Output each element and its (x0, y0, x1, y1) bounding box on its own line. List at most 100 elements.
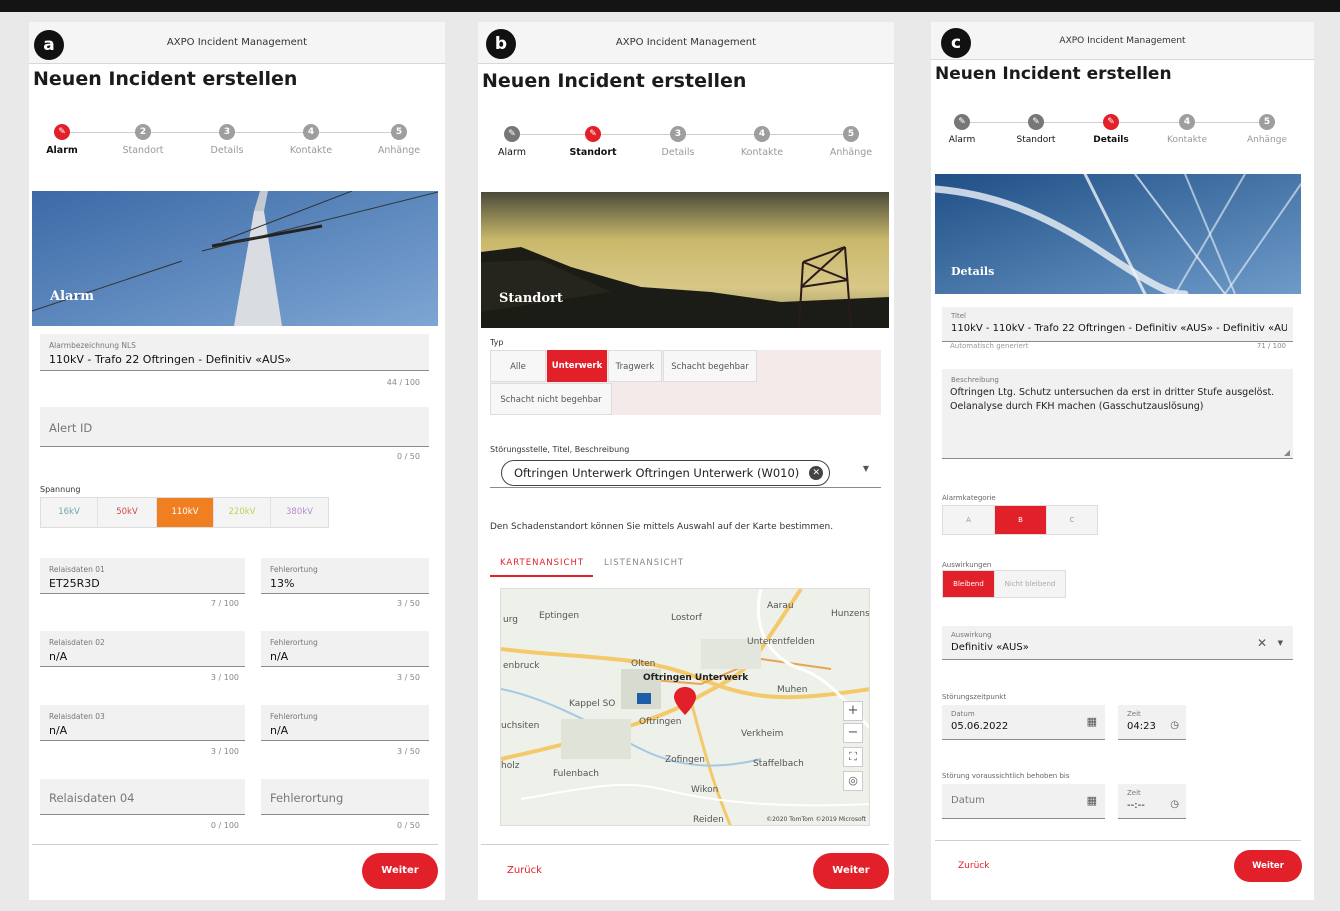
tab-listenansicht[interactable]: LISTENANSICHT (604, 558, 684, 568)
datum-behoben-field[interactable]: Datum ▦ (942, 784, 1105, 819)
map-view[interactable]: urg Eptingen Lostorf Aarau Hunzens Unter… (500, 588, 870, 826)
char-counter: 44 / 100 (386, 378, 420, 387)
zeit-behoben-field[interactable]: Zeit --:-- ◷ (1118, 784, 1186, 819)
auswirkung-nicht-bleibend[interactable]: Nicht bleibend (995, 571, 1065, 597)
chevron-down-icon[interactable]: ▼ (863, 464, 869, 473)
relais-01-field[interactable]: Relaisdaten 01 ET25R3D (40, 558, 245, 594)
hint-text: Den Schadenstandort können Sie mittels A… (490, 522, 834, 532)
datum-field[interactable]: Datum 05.06.2022 ▦ (942, 705, 1105, 740)
zoom-in-icon[interactable]: + (843, 701, 863, 721)
char-counter: 3 / 50 (396, 673, 420, 682)
typ-unterwerk[interactable]: Unterwerk (547, 350, 607, 382)
close-icon[interactable]: ✕ (1257, 636, 1267, 650)
stoerung-select[interactable]: Oftringen Unterwerk Oftringen Unterwerk … (490, 456, 881, 488)
panel-label-c: c (941, 28, 971, 58)
step-kontakte[interactable]: 4 Kontakte (271, 124, 351, 156)
step-kontakte[interactable]: 4 Kontakte (722, 126, 802, 158)
typ-schacht-nicht-begehbar[interactable]: Schacht nicht begehbar (490, 383, 612, 415)
spannung-16kv[interactable]: 16kV (41, 498, 98, 527)
locate-icon[interactable]: ◎ (843, 771, 863, 791)
step-alarm[interactable]: ✎ Alarm (931, 114, 1002, 145)
fehlerortung-field[interactable]: Fehlerortung n/A (261, 705, 429, 741)
map-label: Eptingen (539, 611, 580, 621)
page-title: Neuen Incident erstellen (33, 68, 298, 90)
zurueck-button[interactable]: Zurück (958, 861, 989, 871)
map-label: Unterentfelden (747, 637, 815, 647)
spannung-110kv[interactable]: 110kV (157, 498, 214, 527)
weiter-button[interactable]: Weiter (362, 853, 438, 889)
clock-icon[interactable]: ◷ (1170, 799, 1179, 810)
typ-tragwerk[interactable]: Tragwerk (608, 350, 662, 382)
typ-schacht-begehbar[interactable]: Schacht begehbar (663, 350, 757, 382)
auto-generated-hint: Automatisch generiert (950, 342, 1029, 350)
fehlerortung-field[interactable]: Fehlerortung 13% (261, 558, 429, 594)
relais-04-field[interactable]: Relaisdaten 04 (40, 779, 245, 815)
auswirkungen-toggle: Bleibend Nicht bleibend (942, 570, 1066, 598)
spannung-380kv[interactable]: 380kV (271, 498, 328, 527)
kategorie-b[interactable]: B (995, 506, 1047, 534)
map-label: Hunzens (831, 609, 870, 619)
fehlerortung-field[interactable]: Fehlerortung (261, 779, 429, 815)
hero-image-details: Details (935, 174, 1301, 294)
kategorie-c[interactable]: C (1047, 506, 1097, 534)
typ-alle[interactable]: Alle (490, 350, 546, 382)
app-bar: AXPO Incident Management (931, 22, 1314, 60)
pencil-icon: ✎ (1028, 114, 1044, 130)
resize-handle-icon[interactable]: ◢ (1284, 448, 1290, 457)
auswirkungen-label: Auswirkungen (942, 561, 992, 569)
relais-02-field[interactable]: Relaisdaten 02 n/A (40, 631, 245, 667)
step-anhaenge[interactable]: 5 Anhänge (1227, 114, 1307, 145)
step-kontakte[interactable]: 4 Kontakte (1147, 114, 1227, 145)
alarm-name-field[interactable]: Alarmbezeichnung NLS 110kV - Trafo 22 Of… (40, 334, 429, 371)
step-details[interactable]: ✎ Details (1071, 114, 1151, 145)
relais-03-field[interactable]: Relaisdaten 03 n/A (40, 705, 245, 741)
step-standort[interactable]: ✎ Standort (996, 114, 1076, 145)
char-counter: 3 / 50 (396, 747, 420, 756)
hero-title: Details (951, 265, 995, 278)
weiter-button[interactable]: Weiter (813, 853, 889, 889)
calendar-icon[interactable]: ▦ (1087, 715, 1097, 728)
map-roads (501, 589, 869, 825)
pencil-icon: ✎ (1103, 114, 1119, 130)
beschreibung-field[interactable]: Beschreibung Oftringen Ltg. Schutz unter… (942, 369, 1293, 459)
step-anhaenge[interactable]: 5 Anhänge (811, 126, 891, 158)
behoben-label: Störung voraussichtlich behoben bis (942, 772, 1070, 780)
step-standort[interactable]: 2 Standort (103, 124, 183, 156)
map-label: uchsiten (501, 721, 540, 731)
typ-label: Typ (490, 338, 504, 347)
fullscreen-icon[interactable]: ⛶ (843, 747, 863, 767)
step-details[interactable]: 3 Details (638, 126, 718, 158)
tab-kartenansicht[interactable]: KARTENANSICHT (500, 558, 584, 568)
char-counter: 3 / 100 (210, 747, 239, 756)
kategorie-a[interactable]: A (943, 506, 995, 534)
hero-image-standort: Standort (481, 192, 889, 328)
page-title: Neuen Incident erstellen (935, 64, 1172, 84)
weiter-button[interactable]: Weiter (1234, 850, 1302, 882)
auswirkung-bleibend[interactable]: Bleibend (943, 571, 995, 597)
zeit-field[interactable]: Zeit 04:23 ◷ (1118, 705, 1186, 740)
step-standort[interactable]: ✎ Standort (553, 126, 633, 158)
char-counter: 7 / 100 (210, 599, 239, 608)
fehlerortung-field[interactable]: Fehlerortung n/A (261, 631, 429, 667)
panel-alarm: AXPO Incident Management a Neuen Inciden… (29, 22, 445, 900)
clear-chip-icon[interactable]: ✕ (809, 466, 824, 480)
chevron-down-icon[interactable]: ▼ (1278, 639, 1283, 647)
pencil-icon: ✎ (585, 126, 601, 142)
step-alarm[interactable]: ✎ Alarm (29, 124, 102, 156)
step-details[interactable]: 3 Details (187, 124, 267, 156)
kategorie-toggle: A B C (942, 505, 1098, 535)
map-label: Fulenbach (553, 769, 600, 779)
spannung-50kv[interactable]: 50kV (98, 498, 157, 527)
auswirkung-select[interactable]: Auswirkung Definitiv «AUS» ✕ ▼ (942, 626, 1293, 660)
alert-id-field[interactable]: Alert ID (40, 407, 429, 447)
zoom-out-icon[interactable]: − (843, 723, 863, 743)
step-anhaenge[interactable]: 5 Anhänge (359, 124, 439, 156)
titel-field[interactable]: Titel 110kV - 110kV - Trafo 22 Oftringen… (942, 307, 1293, 342)
calendar-icon[interactable]: ▦ (1087, 794, 1097, 807)
map-copyright: ©2020 TomTom ©2019 Microsoft (766, 816, 866, 823)
spannung-220kv[interactable]: 220kV (214, 498, 271, 527)
hero-image-alarm: Alarm (32, 191, 438, 326)
clock-icon[interactable]: ◷ (1170, 720, 1179, 731)
step-alarm[interactable]: ✎ Alarm (478, 126, 552, 158)
zurueck-button[interactable]: Zurück (507, 865, 542, 876)
